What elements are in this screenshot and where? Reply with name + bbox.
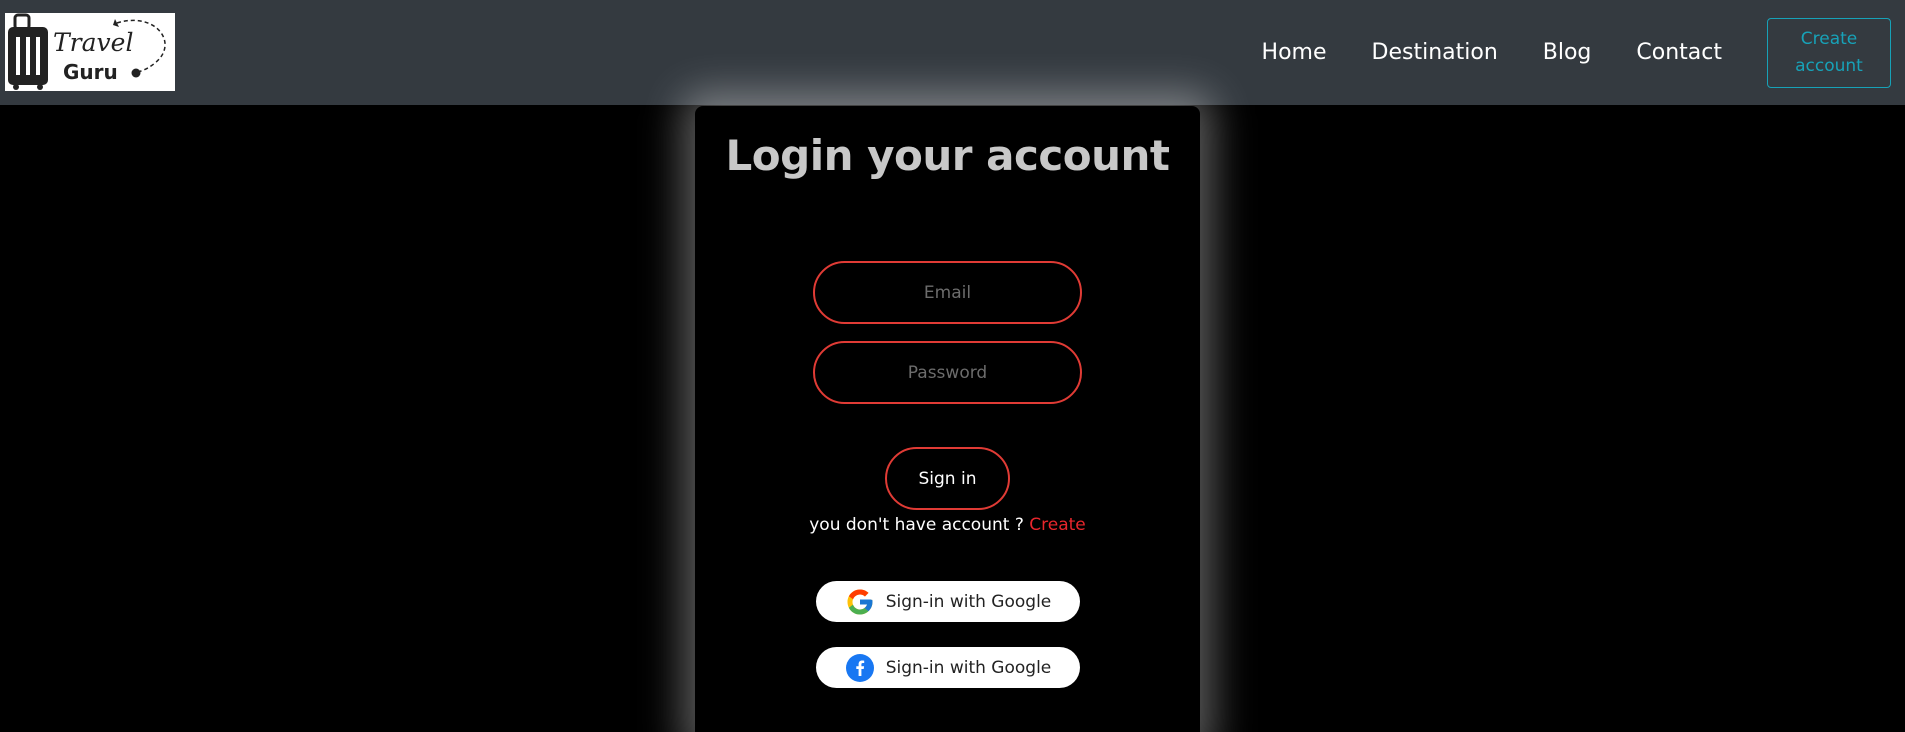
- email-field[interactable]: [813, 261, 1082, 324]
- facebook-button-label: Sign-in with Google: [885, 657, 1052, 678]
- password-field[interactable]: [813, 341, 1082, 404]
- nav-blog[interactable]: Blog: [1543, 40, 1592, 65]
- nav-home[interactable]: Home: [1262, 40, 1327, 65]
- facebook-sign-in-button[interactable]: Sign-in with Google: [816, 647, 1080, 688]
- create-link[interactable]: Create: [1029, 515, 1086, 535]
- no-account-text: you don't have account ? Create: [695, 515, 1200, 535]
- create-account-line1: Create: [1800, 28, 1858, 49]
- create-account-line2: account: [1795, 55, 1863, 76]
- svg-text:Travel: Travel: [53, 28, 133, 57]
- google-sign-in-button[interactable]: Sign-in with Google: [816, 581, 1080, 622]
- navbar: Travel Guru Home Destination Blog Contac…: [0, 0, 1905, 105]
- google-button-label: Sign-in with Google: [885, 591, 1052, 612]
- facebook-icon: [845, 653, 875, 683]
- page-title: Login your account: [725, 131, 1170, 180]
- nav-contact[interactable]: Contact: [1636, 40, 1722, 65]
- login-card: Login your account Sign in you don't hav…: [695, 106, 1200, 732]
- create-account-button[interactable]: Create account: [1767, 17, 1891, 88]
- svg-text:Guru: Guru: [63, 60, 118, 84]
- travel-guru-logo[interactable]: Travel Guru: [5, 13, 175, 91]
- sign-in-button[interactable]: Sign in: [885, 447, 1010, 510]
- no-account-label: you don't have account ?: [809, 515, 1024, 535]
- nav-destination[interactable]: Destination: [1372, 40, 1498, 65]
- google-icon: [845, 587, 875, 617]
- nav-links: Home Destination Blog Contact Create acc…: [1262, 0, 1905, 105]
